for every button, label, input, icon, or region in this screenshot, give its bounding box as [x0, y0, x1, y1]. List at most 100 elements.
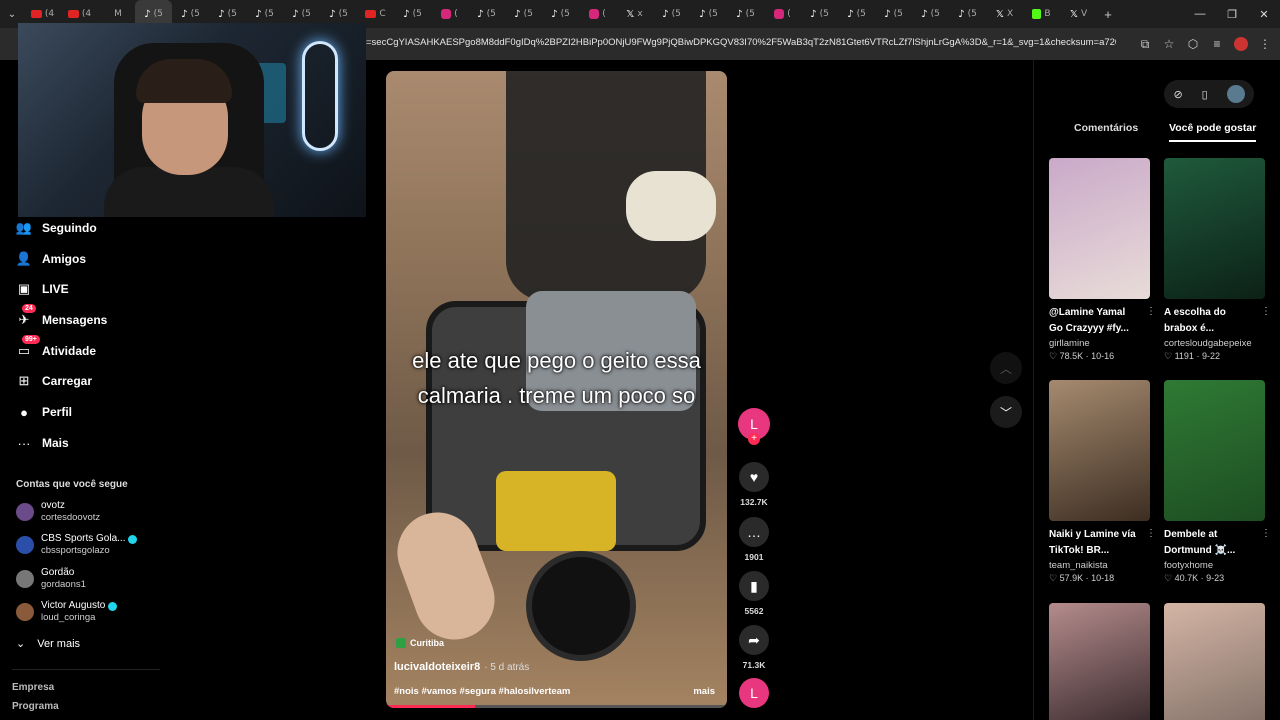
followed-account[interactable]: ovotz cortesdoovotz	[16, 500, 100, 524]
followed-account[interactable]: CBS Sports Gola... cbssportsgolazo	[16, 533, 138, 557]
browser-tab[interactable]: ♪ (5	[690, 0, 727, 28]
card-menu-icon[interactable]: ⋮	[1261, 528, 1271, 539]
browser-tab[interactable]: ♪ (5	[505, 0, 542, 28]
share-icon[interactable]: ➦	[739, 625, 769, 655]
video-progress-bar[interactable]	[386, 705, 727, 708]
recommended-video-card[interactable]: Dembele at Dortmund ☠️... footyxhome ♡ 40.…	[1164, 380, 1271, 584]
card-title[interactable]: @Lamine Yamal Go Crazyyy #fy...	[1049, 305, 1139, 337]
maximize-icon[interactable]: ❐	[1216, 0, 1248, 28]
video-hashtags[interactable]: #nois #vamos #segura #halosilverteam	[394, 686, 570, 697]
author-name[interactable]: lucivaldoteixeir8	[394, 661, 480, 673]
creator-avatar-button[interactable]: L +	[738, 408, 770, 445]
like-action[interactable]: ♥ 132.7K	[738, 462, 770, 507]
bookmark-icon[interactable]: ▮	[739, 571, 769, 601]
comment-action[interactable]: … 1901	[738, 517, 770, 562]
sidebar-item-amigos[interactable]: 👤 Amigos	[16, 248, 86, 270]
video-thumbnail[interactable]	[1164, 380, 1265, 521]
video-thumbnail[interactable]	[1164, 158, 1265, 299]
creator-avatar[interactable]: L +	[738, 408, 770, 445]
browser-tab[interactable]: ♪ (5	[801, 0, 838, 28]
compass-icon[interactable]: ⊘	[1173, 88, 1182, 101]
recommended-video-card[interactable]	[1049, 603, 1150, 720]
phone-icon[interactable]: ▯	[1202, 88, 1208, 101]
recommended-video-card[interactable]: A escolha do brabox é... cortesloudgabepe…	[1164, 158, 1271, 362]
card-user[interactable]: footyxhome	[1164, 560, 1265, 571]
card-user[interactable]: cortesloudgabepeixe	[1164, 338, 1265, 349]
account-name-row: CBS Sports Gola...	[41, 533, 138, 545]
music-disc[interactable]: L	[738, 678, 770, 708]
browser-tab[interactable]: ♪ (5	[949, 0, 986, 28]
browser-tab[interactable]: (	[431, 0, 468, 28]
browser-tab[interactable]: 𝕏X	[986, 0, 1023, 28]
browser-tab[interactable]: ♪ (5	[875, 0, 912, 28]
sidebar-item-mensagens[interactable]: ✈ 24 Mensagens	[16, 304, 107, 331]
minimize-icon[interactable]: —	[1184, 0, 1216, 28]
card-menu-icon[interactable]: ⋮	[1146, 306, 1156, 317]
browser-tab[interactable]: 𝕏V	[1060, 0, 1097, 28]
followed-account[interactable]: Gordão gordaons1	[16, 567, 86, 591]
video-player[interactable]: ele ate que pego o geito essa calmaria .…	[386, 71, 727, 708]
browser-tab[interactable]: ♪ (5	[542, 0, 579, 28]
description-more-button[interactable]: mais	[693, 686, 715, 697]
browser-tab[interactable]: ♪ (5	[912, 0, 949, 28]
nav-glyph: ⊞	[18, 373, 30, 388]
sidebar-item-atividade[interactable]: ▭ 99+ Atividade	[16, 335, 96, 362]
heart-icon[interactable]: ♥	[739, 462, 769, 492]
footer-link-programa[interactable]: Programa	[12, 701, 59, 712]
followed-account[interactable]: Victor Augusto loud_coringa	[16, 600, 118, 624]
video-thumbnail[interactable]	[1049, 603, 1150, 720]
video-location[interactable]: Curitiba	[396, 638, 444, 648]
card-title[interactable]: Naiki y Lamine vía TikTok! BR...	[1049, 527, 1139, 559]
comment-icon[interactable]: …	[739, 517, 769, 547]
recommended-video-card[interactable]	[1164, 603, 1265, 720]
video-author[interactable]: lucivaldoteixeir8 · 5 d atrás	[394, 661, 529, 673]
browser-tab[interactable]: ♪ (5	[653, 0, 690, 28]
next-video-button[interactable]: ﹀	[990, 396, 1022, 428]
card-user[interactable]: team_naikista	[1049, 560, 1150, 571]
cast-icon[interactable]: ⧉	[1138, 37, 1152, 52]
sidebar-item-seguindo[interactable]: 👥 Seguindo	[16, 217, 97, 239]
heart-outline-icon: ♡	[1049, 573, 1060, 583]
browser-tab[interactable]: B	[1023, 0, 1060, 28]
see-more-button[interactable]: ⌄ Ver mais	[16, 637, 80, 651]
tab-comments[interactable]: Comentários	[1074, 122, 1138, 140]
recommended-video-card[interactable]: Naiki y Lamine vía TikTok! BR... team_nai…	[1049, 380, 1156, 584]
tab-you-may-like[interactable]: Você pode gostar	[1169, 122, 1257, 142]
browser-tab[interactable]: (	[579, 0, 616, 28]
sidebar-item-live[interactable]: ▣ LIVE	[16, 278, 69, 300]
browser-tab[interactable]: ♪ (5	[394, 0, 431, 28]
browser-tab[interactable]: ♪ (5	[838, 0, 875, 28]
browser-tab[interactable]: ♪ (5	[468, 0, 505, 28]
previous-video-button[interactable]: ︿	[990, 352, 1022, 384]
address-bar[interactable]: =secCgYIASAHKAESPgo8M8ddF0gIDq%2BPZI2HBi…	[366, 37, 1116, 48]
card-menu-icon[interactable]: ⋮	[1146, 528, 1156, 539]
browser-profile-avatar[interactable]	[1234, 37, 1248, 51]
video-thumbnail[interactable]	[1049, 380, 1150, 521]
save-action[interactable]: ▮ 5562	[738, 571, 770, 616]
sidebar-item-carregar[interactable]: ⊞ Carregar	[16, 370, 92, 392]
browser-tab[interactable]: (	[764, 0, 801, 28]
card-title[interactable]: Dembele at Dortmund ☠️...	[1164, 527, 1254, 559]
close-window-icon[interactable]: ✕	[1248, 0, 1280, 28]
sidebar-item-mais[interactable]: ··· Mais	[16, 432, 69, 454]
browser-menu-icon[interactable]: ⋮	[1258, 37, 1272, 51]
browser-tab[interactable]: ♪ (5	[727, 0, 764, 28]
video-thumbnail[interactable]	[1049, 158, 1150, 299]
share-action[interactable]: ➦ 71.3K	[738, 625, 770, 670]
footer-link-empresa[interactable]: Empresa	[12, 682, 54, 693]
bookmark-star-icon[interactable]: ☆	[1162, 37, 1176, 51]
recommended-video-card[interactable]: @Lamine Yamal Go Crazyyy #fy... girllamin…	[1049, 158, 1156, 362]
tt-favicon-icon: ♪	[144, 8, 151, 20]
sidebar-item-perfil[interactable]: ● Perfil	[16, 401, 72, 423]
video-thumbnail[interactable]	[1164, 603, 1265, 720]
extensions-icon[interactable]: ⬡	[1186, 37, 1200, 51]
card-user[interactable]: girllamine	[1049, 338, 1150, 349]
card-menu-icon[interactable]: ⋮	[1261, 306, 1271, 317]
card-title[interactable]: A escolha do brabox é...	[1164, 305, 1254, 337]
music-avatar[interactable]: L	[739, 678, 769, 708]
media-icon[interactable]: ≡	[1210, 37, 1224, 51]
browser-tab[interactable]: 𝕏x	[616, 0, 653, 28]
new-tab-button[interactable]: +	[1097, 7, 1119, 22]
user-avatar[interactable]	[1226, 85, 1245, 103]
follow-plus-icon[interactable]: +	[748, 433, 760, 445]
